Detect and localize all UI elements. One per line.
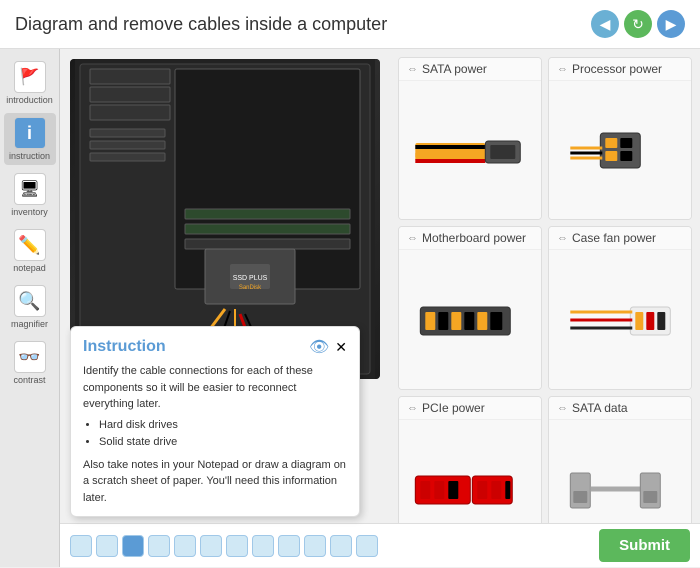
progress-dot-2	[96, 535, 118, 557]
submit-button[interactable]: Submit	[599, 529, 690, 562]
cable-icon-motherboard: ⇔	[407, 232, 418, 244]
svg-text:SanDisk: SanDisk	[239, 285, 262, 291]
svg-text:SSD PLUS: SSD PLUS	[233, 275, 268, 282]
instruction-footer: Also take notes in your Notepad or draw …	[83, 457, 347, 507]
progress-dot-9	[278, 535, 300, 557]
cable-image-processor-power	[549, 81, 691, 219]
cable-card-processor-power[interactable]: ⇔ Processor power	[548, 57, 692, 220]
monitor-icon: 🖥	[14, 173, 46, 205]
content-area: SSD PLUS SanDisk	[60, 49, 700, 567]
sidebar-label-introduction: introduction	[6, 95, 53, 105]
sidebar-item-magnifier[interactable]: 🔍 magnifier	[4, 281, 56, 333]
sidebar-label-notepad: notepad	[13, 263, 46, 273]
instruction-controls: 👁 ✕	[309, 337, 347, 357]
progress-dot-12	[356, 535, 378, 557]
cable-card-motherboard-power[interactable]: ⇔ Motherboard power	[398, 226, 542, 389]
progress-dot-4	[148, 535, 170, 557]
bottom-bar: Submit	[60, 523, 700, 567]
app-container: Diagram and remove cables inside a compu…	[0, 0, 700, 567]
prev-button[interactable]: ◀	[591, 10, 619, 38]
header: Diagram and remove cables inside a compu…	[0, 0, 700, 49]
cable-label-case-fan-power: Case fan power	[572, 231, 656, 245]
nav-buttons: ◀ ↻ ▶	[591, 10, 685, 38]
cable-label-sata-data: SATA data	[572, 401, 628, 415]
magnifier-icon: 🔍	[14, 285, 46, 317]
instruction-body: Identify the cable connections for each …	[83, 363, 347, 506]
cable-label-pcie-power: PCIe power	[422, 401, 485, 415]
sidebar-label-instruction: instruction	[9, 151, 50, 161]
cable-label-sata-power: SATA power	[422, 62, 487, 76]
sidebar-label-magnifier: magnifier	[11, 319, 48, 329]
progress-dot-11	[330, 535, 352, 557]
instruction-list-item-2: Solid state drive	[99, 434, 347, 451]
refresh-button[interactable]: ↻	[624, 10, 652, 38]
info-icon: i	[14, 117, 46, 149]
progress-dot-1	[70, 535, 92, 557]
progress-dot-10	[304, 535, 326, 557]
cable-label-processor-power: Processor power	[572, 62, 662, 76]
sidebar-item-instruction[interactable]: i instruction	[4, 113, 56, 165]
sidebar-item-inventory[interactable]: 🖥 inventory	[4, 169, 56, 221]
sidebar-item-introduction[interactable]: 🚩 introduction	[4, 57, 56, 109]
cable-icon-sata-data: ⇔	[557, 402, 568, 414]
instruction-popup: Instruction 👁 ✕ Identify the cable conne…	[70, 326, 360, 517]
progress-dot-5	[174, 535, 196, 557]
flag-icon: 🚩	[14, 61, 46, 93]
cable-icon-case-fan: ⇔	[557, 232, 568, 244]
cable-grid: ⇔ SATA power	[390, 49, 700, 567]
cable-label-motherboard-power: Motherboard power	[422, 231, 526, 245]
progress-dot-6	[200, 535, 222, 557]
cable-icon-processor: ⇔	[557, 63, 568, 75]
sidebar-label-inventory: inventory	[11, 207, 48, 217]
sidebar: 🚩 introduction i instruction 🖥 inventory…	[0, 49, 60, 567]
next-button[interactable]: ▶	[657, 10, 685, 38]
instruction-title: Instruction	[83, 338, 166, 356]
progress-dot-8	[252, 535, 274, 557]
cable-image-case-fan-power	[549, 250, 691, 388]
instruction-list-item-1: Hard disk drives	[99, 417, 347, 434]
cable-image-sata-power	[399, 81, 541, 219]
glasses-icon: 👓	[14, 341, 46, 373]
page-title: Diagram and remove cables inside a compu…	[15, 14, 387, 35]
cable-card-sata-power[interactable]: ⇔ SATA power	[398, 57, 542, 220]
cable-card-case-fan-power[interactable]: ⇔ Case fan power	[548, 226, 692, 389]
close-icon[interactable]: ✕	[335, 339, 347, 356]
pencil-icon: ✏️	[14, 229, 46, 261]
progress-dot-3	[122, 535, 144, 557]
sidebar-item-contrast[interactable]: 👓 contrast	[4, 337, 56, 389]
sidebar-label-contrast: contrast	[13, 375, 45, 385]
sidebar-item-notepad[interactable]: ✏️ notepad	[4, 225, 56, 277]
cable-image-motherboard-power	[399, 250, 541, 388]
main-layout: 🚩 introduction i instruction 🖥 inventory…	[0, 49, 700, 567]
progress-dot-7	[226, 535, 248, 557]
cable-icon-sata: ⇔	[407, 63, 418, 75]
cable-icon-pcie: ⇔	[407, 402, 418, 414]
progress-dots	[70, 535, 591, 557]
view-icon[interactable]: 👁	[309, 337, 329, 357]
